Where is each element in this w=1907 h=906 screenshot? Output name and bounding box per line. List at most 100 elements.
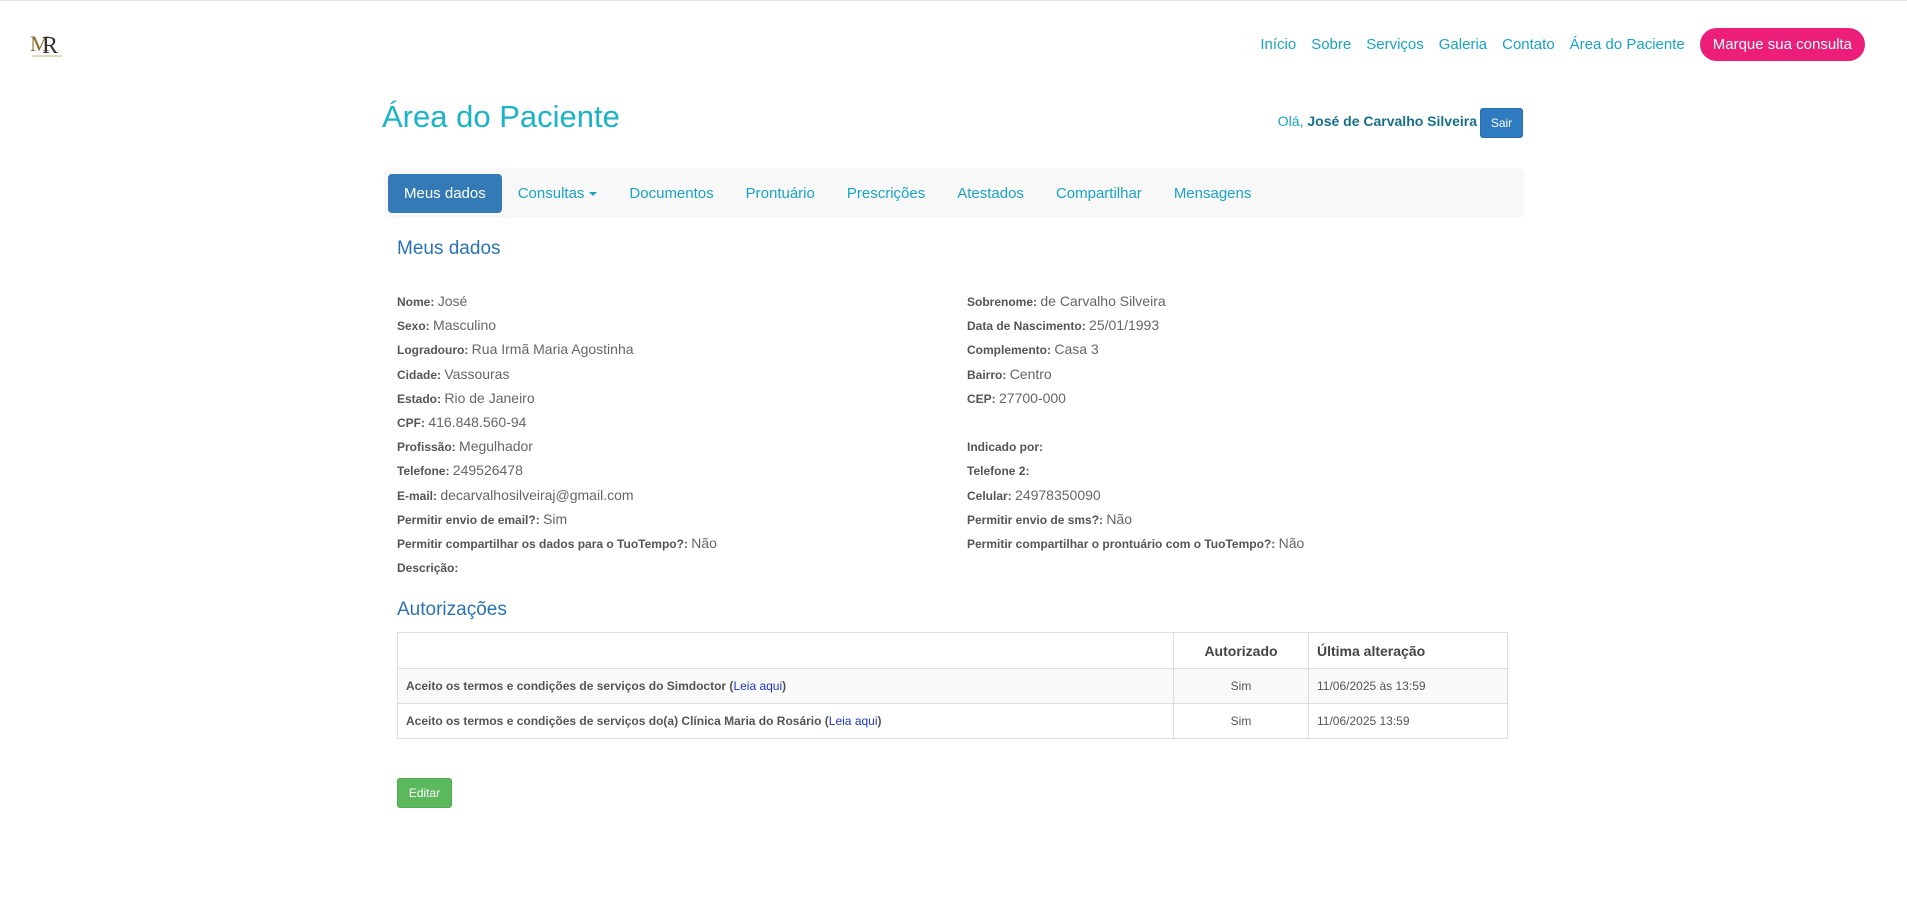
table-header-row: Autorizado Última alteração — [397, 632, 1508, 669]
field-label: Sexo: — [397, 319, 430, 334]
term-text: Aceito os termos e condições de serviços… — [406, 679, 727, 693]
tab-mensagens[interactable]: Mensagens — [1158, 174, 1268, 213]
nav-servicos[interactable]: Serviços — [1366, 36, 1424, 53]
field-email: E-mail: decarvalhosilveiraj@gmail.com — [397, 483, 957, 507]
field-value: Masculino — [433, 317, 497, 334]
tab-label: Mensagens — [1173, 184, 1252, 202]
field-value: Vassouras — [444, 365, 510, 382]
field-profissao: Profissão: Megulhador — [397, 434, 957, 458]
field-label: Nome: — [397, 295, 435, 309]
tab-label: Prontuário — [745, 184, 815, 202]
tab-label: Consultas — [517, 184, 585, 202]
field-value: decarvalhosilveiraj@gmail.com — [440, 486, 634, 503]
personal-fields-left: Nome: José Sexo: Masculino Logradouro: R… — [397, 289, 957, 579]
user-name: José de Carvalho Silveira — [1307, 113, 1477, 129]
field-label: Celular: — [967, 488, 1012, 503]
field-value: 25/01/1993 — [1089, 317, 1160, 334]
table-row: Aceito os termos e condições de serviços… — [397, 703, 1508, 739]
greeting-prefix: Olá, — [1277, 113, 1304, 129]
tab-consultas[interactable]: Consultas — [502, 174, 614, 213]
tab-prontuario[interactable]: Prontuário — [730, 174, 831, 213]
field-permit-sms: Permitir envio de sms?: Não — [967, 507, 1527, 531]
field-label: Profissão: — [397, 440, 456, 455]
field-sexo: Sexo: Masculino — [397, 313, 957, 337]
field-value: Sim — [543, 510, 568, 527]
field-label: Telefone: — [397, 464, 450, 479]
column-header-autorizado: Autorizado — [1173, 632, 1309, 669]
field-indicado-por: Indicado por: — [967, 434, 1527, 458]
user-greeting: Olá, José de Carvalho Silveira — [1278, 113, 1477, 129]
field-logradouro: Logradouro: Rua Irmã Maria Agostinha — [397, 337, 957, 361]
field-telefone: Telefone: 249526478 — [397, 458, 957, 482]
field-label: Estado: — [397, 391, 442, 406]
updated-cell: 11/06/2025 às 13:59 — [1308, 668, 1508, 704]
field-share-record-tuotempo: Permitir compartilhar o prontuário com o… — [967, 531, 1527, 555]
field-value: Megulhador — [459, 438, 533, 455]
tab-compartilhar[interactable]: Compartilhar — [1040, 174, 1158, 213]
field-cpf: CPF: 416.848.560-94 — [397, 410, 957, 434]
table-row: Aceito os termos e condições de serviços… — [397, 668, 1508, 704]
field-label: Permitir compartilhar o prontuário com o… — [967, 536, 1276, 551]
tab-prescricoes[interactable]: Prescrições — [831, 174, 941, 213]
page-title: Área do Paciente — [382, 99, 620, 134]
field-share-data-tuotempo: Permitir compartilhar os dados para o Tu… — [397, 531, 957, 555]
nav-contato[interactable]: Contato — [1502, 36, 1555, 53]
field-data-nascimento: Data de Nascimento: 25/01/1993 — [967, 313, 1527, 337]
field-value: José — [437, 293, 468, 309]
logout-button[interactable]: Sair — [1480, 108, 1523, 138]
field-value: Não — [1278, 534, 1305, 551]
column-header-ultima-alteracao: Última alteração — [1308, 632, 1508, 669]
tab-atestados[interactable]: Atestados — [941, 174, 1040, 213]
book-appointment-button[interactable]: Marque sua consulta — [1699, 28, 1865, 61]
top-navbar: M R Início Sobre Serviços Galeria Contat… — [0, 1, 1907, 91]
brand-logo[interactable]: M R — [27, 29, 65, 61]
tab-label: Atestados — [957, 184, 1024, 202]
field-label: CEP: — [967, 391, 996, 406]
field-complemento: Complemento: Casa 3 — [967, 337, 1527, 361]
field-label: Sobrenome: — [967, 295, 1038, 309]
read-terms-link[interactable]: Leia aqui — [733, 679, 782, 693]
nav-galeria[interactable]: Galeria — [1439, 36, 1487, 53]
field-value: 24978350090 — [1015, 486, 1101, 503]
column-header-term — [397, 632, 1174, 669]
field-estado: Estado: Rio de Janeiro — [397, 386, 957, 410]
nav-sobre[interactable]: Sobre — [1311, 36, 1351, 53]
field-label: CPF: — [397, 415, 425, 430]
nav-area-do-paciente[interactable]: Área do Paciente — [1570, 36, 1685, 53]
field-cidade: Cidade: Vassouras — [397, 362, 957, 386]
edit-button[interactable]: Editar — [397, 778, 452, 808]
field-label: Permitir envio de email?: — [397, 512, 540, 527]
field-value: Rio de Janeiro — [444, 389, 535, 406]
field-label: Telefone 2: — [967, 464, 1030, 479]
tab-meus-dados[interactable]: Meus dados — [388, 173, 502, 213]
tab-label: Meus dados — [404, 184, 486, 202]
caret-down-icon — [589, 191, 598, 196]
field-label: Logradouro: — [397, 343, 469, 358]
field-label: Permitir envio de sms?: — [967, 512, 1104, 527]
field-nome: Nome: José — [397, 289, 957, 313]
svg-text:R: R — [42, 33, 58, 59]
field-value: Não — [691, 534, 717, 551]
personal-fields-right: Sobrenome: de Carvalho Silveira Data de … — [967, 289, 1527, 555]
authorizations-title: Autorizações — [397, 599, 507, 620]
authorized-cell: Sim — [1173, 703, 1309, 739]
field-value: Casa 3 — [1054, 341, 1099, 358]
read-terms-link[interactable]: Leia aqui — [829, 714, 878, 728]
tab-documentos[interactable]: Documentos — [613, 174, 729, 213]
field-descricao: Descrição: — [397, 555, 957, 579]
term-cell: Aceito os termos e condições de serviços… — [397, 703, 1174, 739]
nav-inicio[interactable]: Início — [1260, 36, 1296, 53]
field-value: Rua Irmã Maria Agostinha — [471, 341, 634, 358]
field-label: Bairro: — [967, 367, 1007, 382]
personal-data-title: Meus dados — [397, 238, 501, 259]
field-label: Cidade: — [397, 367, 442, 382]
patient-tabs: Meus dados Consultas Documentos Prontuár… — [384, 168, 1524, 218]
field-bairro: Bairro: Centro — [967, 362, 1527, 386]
tab-label: Prescrições — [846, 184, 926, 202]
field-celular: Celular: 24978350090 — [967, 483, 1527, 507]
field-label: Permitir compartilhar os dados para o Tu… — [397, 536, 688, 551]
field-label: Descrição: — [397, 561, 459, 576]
field-value: Centro — [1009, 365, 1052, 382]
field-value: 416.848.560-94 — [428, 413, 527, 430]
field-sobrenome: Sobrenome: de Carvalho Silveira — [967, 289, 1527, 313]
